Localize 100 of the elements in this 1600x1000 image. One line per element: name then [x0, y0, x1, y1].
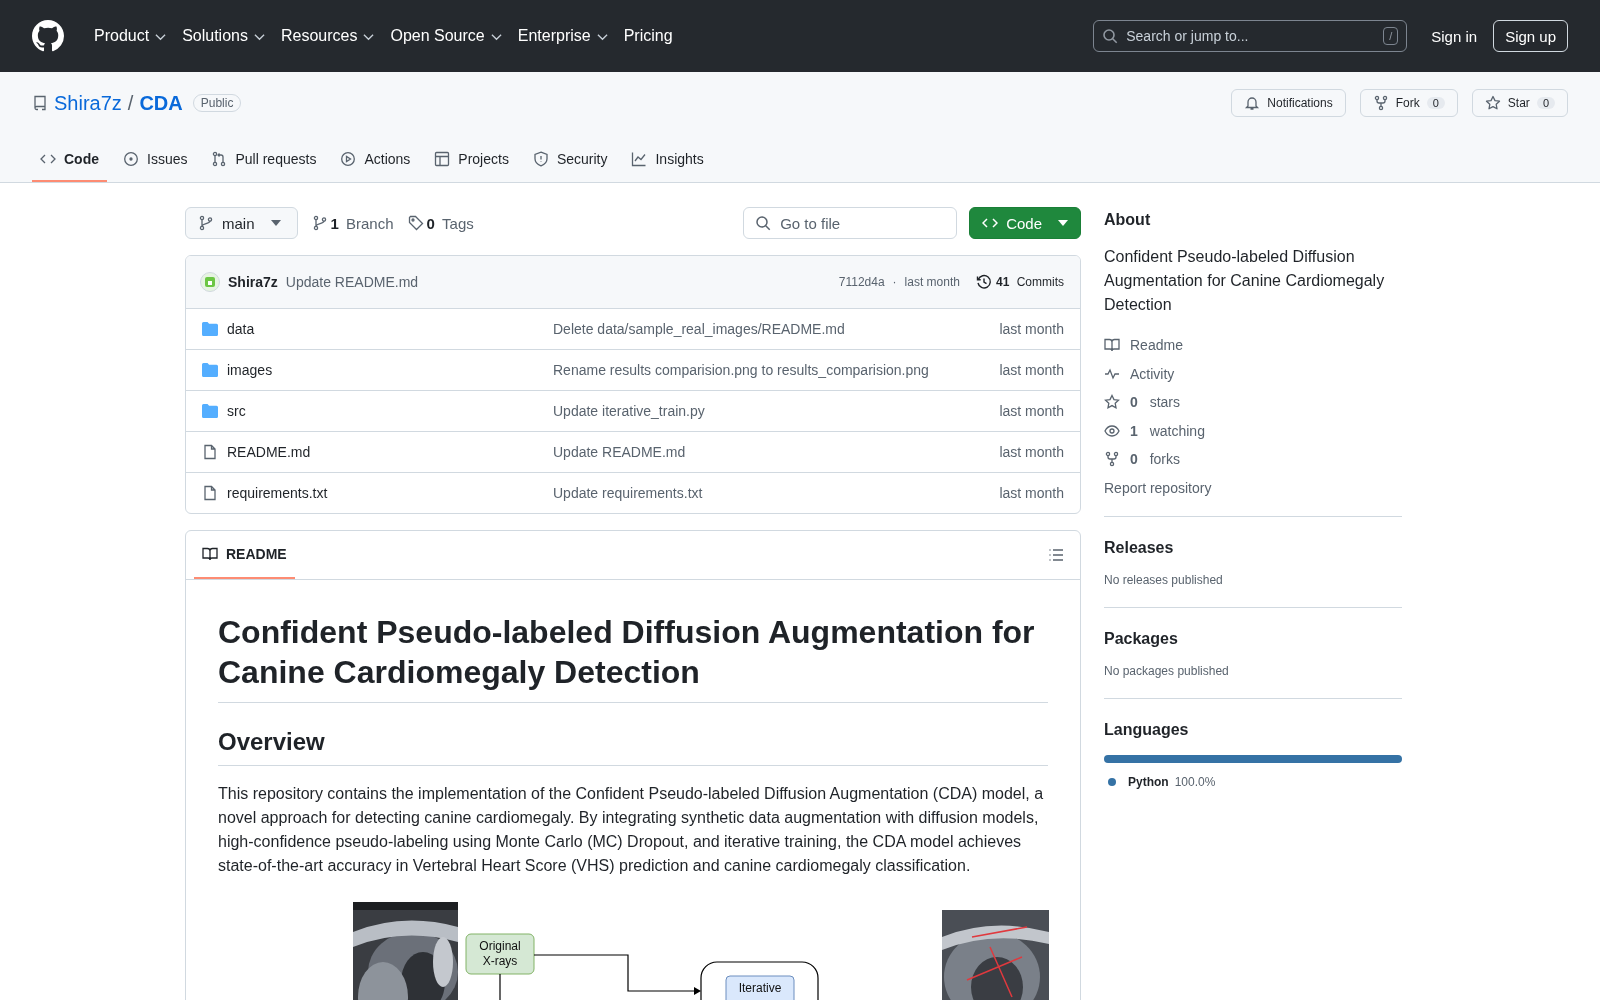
nav-menu-item[interactable]: Solutions — [174, 27, 273, 45]
table-icon — [434, 151, 451, 167]
branch-selector-button[interactable]: main — [185, 207, 298, 239]
repo-tab[interactable]: Security — [524, 138, 616, 182]
file-name-link[interactable]: images — [227, 362, 553, 378]
commit-time: last month — [999, 485, 1064, 501]
sign-up-button[interactable]: Sign up — [1493, 20, 1568, 52]
connector-line — [499, 973, 501, 1000]
file-name-link[interactable]: data — [227, 321, 553, 337]
file-name-link[interactable]: requirements.txt — [227, 485, 553, 501]
repo-tab[interactable]: Code — [32, 138, 107, 182]
about-heading: About — [1104, 211, 1152, 229]
file-icon — [202, 485, 218, 501]
packages-heading[interactable]: Packages — [1104, 630, 1402, 648]
path-separator: / — [127, 91, 134, 115]
file-name-link[interactable]: README.md — [227, 444, 553, 460]
play-icon — [340, 151, 357, 167]
nav-menu-item[interactable]: Resources — [272, 27, 383, 45]
branches-link[interactable]: 1 Branch — [311, 214, 394, 232]
language-percent: 100.0% — [1174, 775, 1216, 789]
section-heading: Overview — [218, 727, 1048, 766]
folder-icon — [202, 404, 218, 418]
overview-paragraph: This repository contains the implementation of the Confident Pseudo-labeled Diffusion Augmentation (CDA) model, a novel approach for detecting canine cardiomegaly. By integrating synthetic data augmentation with diffusion models, high-confidence pseudo-labeling using Monte Carlo (MC) Dropout, and iterative training, the CDA model achieves state-of-the-art accuracy in Vertebral Heart Score (VHS) prediction and canine cardiomegaly classification. — [218, 784, 1045, 876]
history-icon — [975, 274, 992, 290]
sign-in-link[interactable]: Sign in — [1423, 27, 1494, 45]
readme-tab[interactable]: README — [194, 531, 295, 579]
repo-description: Confident Pseudo-labeled Diffusion Augmentation for Canine Cardiomegaly Detection — [1104, 247, 1386, 315]
nav-menu-item[interactable]: Enterprise — [509, 27, 616, 45]
fork-icon — [1104, 451, 1120, 468]
commit-time: last month — [999, 321, 1064, 337]
commit-message-link[interactable]: Rename results comparision.png to results_comparision.png — [553, 362, 1000, 378]
repo-tab[interactable]: Actions — [332, 138, 419, 182]
commit-message-link[interactable]: Update iterative_train.py — [553, 403, 1000, 419]
packages-empty-text: No packages published — [1104, 664, 1230, 678]
repo-tab[interactable]: Issues — [115, 138, 196, 182]
book-icon — [202, 546, 218, 562]
commit-time: last month — [999, 403, 1064, 419]
diagram-node: Iterative — [725, 975, 795, 1000]
repo-tab[interactable]: Pull requests — [203, 138, 325, 182]
branch-icon — [311, 215, 328, 231]
nav-menu-item[interactable]: Pricing — [615, 27, 681, 45]
bell-icon — [1244, 95, 1261, 111]
github-logo-icon[interactable] — [32, 20, 64, 52]
nav-menu-item[interactable]: Open Source — [382, 27, 510, 45]
eye-icon — [1104, 422, 1120, 439]
releases-heading[interactable]: Releases — [1104, 539, 1402, 557]
go-to-file-field[interactable]: Go to file — [743, 207, 958, 239]
tags-link[interactable]: 0 Tags — [407, 214, 474, 232]
repo-tab[interactable]: Insights — [623, 138, 712, 182]
chevron-down-icon — [490, 33, 502, 41]
star-icon — [1484, 95, 1501, 111]
tag-icon — [407, 215, 424, 231]
star-icon — [1104, 394, 1120, 411]
repo-tab[interactable]: Projects — [426, 138, 517, 182]
repo-name-link[interactable]: CDA — [139, 91, 183, 115]
about-link[interactable]: Readme — [1104, 331, 1402, 360]
language-name[interactable]: Python — [1128, 775, 1169, 789]
issue-icon — [123, 151, 139, 167]
avatar-icon — [200, 272, 220, 292]
about-link[interactable]: 1 watching — [1104, 416, 1402, 445]
commit-time: last month — [999, 362, 1064, 378]
about-link[interactable]: 0 forks — [1104, 445, 1402, 474]
releases-empty-text: No releases published — [1104, 573, 1224, 587]
fork-icon — [1372, 95, 1389, 111]
chevron-down-icon — [363, 33, 375, 41]
commit-message-link[interactable]: Update README.md — [553, 444, 1000, 460]
commit-author-link[interactable]: Shira7z — [228, 274, 278, 290]
branch-icon — [198, 215, 214, 231]
search-icon — [1102, 28, 1119, 44]
file-name-link[interactable]: src — [227, 403, 553, 419]
commit-message-link[interactable]: Update requirements.txt — [553, 485, 1000, 501]
shield-icon — [532, 151, 549, 167]
folder-icon — [202, 322, 218, 336]
nav-menu-item[interactable]: Product — [86, 27, 175, 45]
caret-icon — [1058, 220, 1068, 226]
repo-action-button[interactable]: Star 0 — [1471, 89, 1568, 117]
commit-message-link[interactable]: Delete data/sample_real_images/README.md — [553, 321, 1000, 337]
chevron-down-icon — [253, 33, 265, 41]
report-repository-link[interactable]: Report repository — [1104, 473, 1402, 502]
repo-owner-link[interactable]: Shira7z — [54, 91, 122, 115]
commit-time: last month — [904, 275, 960, 289]
graph-icon — [631, 151, 648, 167]
repo-action-button[interactable]: Notifications — [1231, 89, 1346, 117]
book-icon — [1104, 337, 1120, 354]
about-link[interactable]: 0 stars — [1104, 388, 1402, 417]
code-button[interactable]: Code — [969, 207, 1081, 239]
repo-icon — [32, 95, 48, 111]
file-icon — [202, 444, 218, 460]
diagram-node: Original X-rays — [465, 933, 535, 975]
commits-link[interactable]: 41 Commits — [975, 274, 1064, 290]
languages-heading: Languages — [1104, 721, 1190, 739]
shortcut-key: / — [1383, 27, 1399, 45]
folder-icon — [202, 363, 218, 377]
repo-action-button[interactable]: Fork 0 — [1359, 89, 1458, 117]
readme-title: Confident Pseudo-labeled Diffusion Augmentation for Canine Cardiomegaly Detection — [218, 612, 1048, 703]
commit-hash-link[interactable]: 7112d4a — [838, 275, 885, 289]
about-link[interactable]: Activity — [1104, 359, 1402, 388]
outline-menu-icon[interactable] — [1048, 547, 1064, 563]
commit-message-link[interactable]: Update README.md — [285, 274, 419, 290]
pr-icon — [211, 151, 228, 167]
